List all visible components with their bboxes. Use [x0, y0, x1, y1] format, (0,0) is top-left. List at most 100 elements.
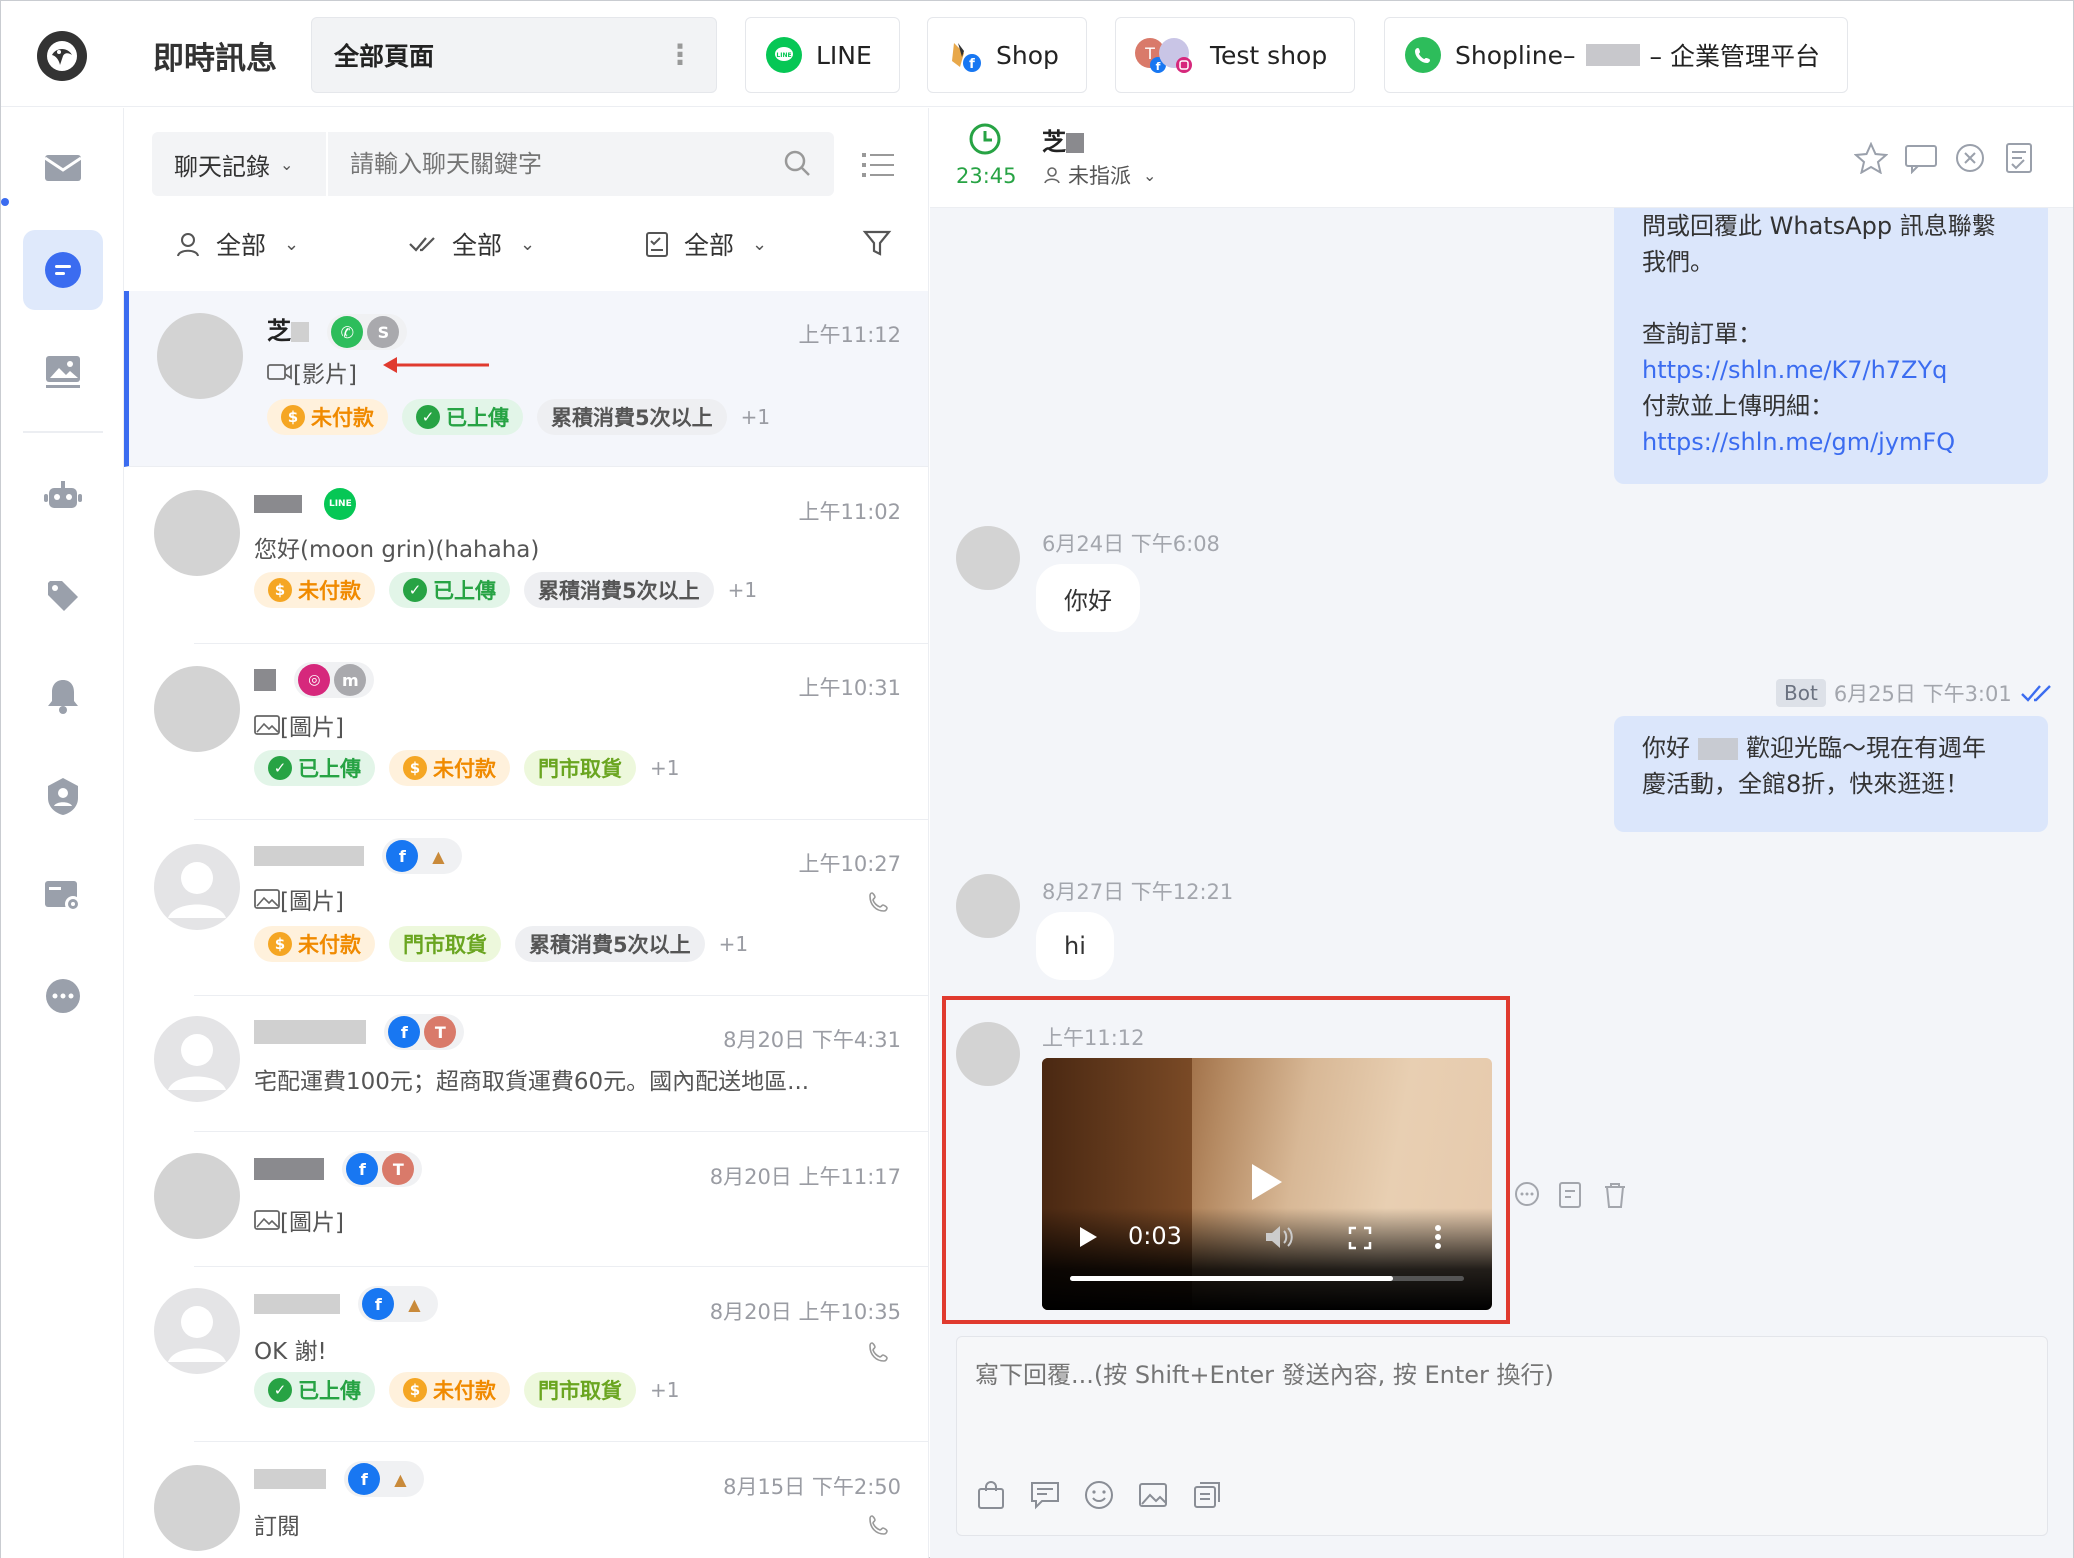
chat-icon[interactable] [23, 230, 103, 310]
fullscreen-icon[interactable] [1348, 1226, 1372, 1254]
tab-test-shop[interactable]: Tf Test shop [1115, 17, 1355, 93]
avatar [154, 490, 240, 576]
bot-icon[interactable] [23, 456, 103, 536]
facebook-icon: f [386, 840, 419, 872]
conversation-item[interactable]: fT 8月20日 上午11:17 [圖片] [154, 1133, 928, 1267]
saved-replies-icon[interactable] [1191, 1479, 1223, 1511]
avatar [956, 526, 1020, 590]
tag-icon[interactable] [23, 556, 103, 636]
emoji-icon[interactable] [1083, 1479, 1115, 1511]
channel-badges: f ▲ [358, 1286, 439, 1322]
contact-name: ◎ m [254, 662, 375, 698]
mail-icon[interactable] [23, 128, 103, 208]
facebook-icon: f [348, 1463, 381, 1495]
tab-label-suffix: – 企業管理平台 [1649, 42, 1820, 71]
tab-shopline-whatsapp[interactable]: Shopline– – 企業管理平台 [1384, 17, 1848, 93]
tag-row: $ 未付款 門市取貨 累積消費5次以上 +1 [254, 926, 748, 962]
order-form-icon[interactable] [2004, 142, 2036, 180]
shopping-bag-icon[interactable] [975, 1479, 1007, 1511]
close-circle-icon[interactable] [1954, 142, 1986, 178]
conversation-time: 8月20日 上午10:35 [709, 1300, 901, 1324]
volume-icon[interactable] [1264, 1224, 1294, 1254]
filter-status[interactable]: 全部 ⌄ [408, 226, 535, 262]
message-preview: [圖片] [254, 1203, 344, 1237]
message-timestamp: 6月25日 下午3:01 [1833, 682, 2012, 706]
more-vertical-icon[interactable]: ⋮ [666, 41, 694, 69]
comment-icon[interactable] [1512, 1180, 1542, 1210]
conversation-time: 上午11:12 [798, 323, 901, 347]
tab-line[interactable]: LINE LINE [745, 17, 900, 93]
bell-icon[interactable] [23, 656, 103, 736]
video-progress-track[interactable] [1070, 1276, 1464, 1281]
conversation-item[interactable]: 芝 ✆ S 上午11:12 [影片] $ 未付款 ✓ 已上傳 累積消費5次以上 +1 [124, 291, 928, 467]
page-title: 即時訊息 [153, 41, 277, 77]
filter-type[interactable]: 全部 ⌄ [644, 226, 767, 262]
app-logo[interactable] [37, 31, 87, 81]
star-icon[interactable] [1853, 141, 1889, 178]
tag-unpaid: $ 未付款 [267, 399, 388, 435]
trash-icon[interactable] [1600, 1180, 1630, 1210]
more-tags-count: +1 [718, 932, 749, 956]
message-timestamp: 上午11:12 [1042, 1026, 1145, 1050]
channel-badges: LINE [320, 486, 364, 522]
message-actions [1512, 1180, 1630, 1210]
payment-link[interactable]: https://shln.me/gm/jymFQ [1642, 424, 2020, 460]
more-horizontal-icon[interactable] [23, 956, 103, 1036]
shopline-s-icon: S [367, 316, 400, 348]
bot-badge: Bot [1776, 679, 1826, 707]
search-input[interactable] [332, 132, 772, 196]
outgoing-message-bubble: 你好 歡迎光臨～現在有週年 慶活動，全館8折，快來逛逛！ [1614, 716, 2048, 832]
message-preview: [圖片] [254, 708, 344, 742]
note-add-icon[interactable] [1556, 1180, 1586, 1210]
filter-assignee[interactable]: 全部 ⌄ [174, 226, 299, 262]
big-play-icon[interactable] [1248, 1162, 1284, 1206]
shop-dog-icon: ▲ [384, 1463, 417, 1495]
broadcast-settings-icon[interactable] [23, 856, 103, 936]
tag-store-pickup: 門市取貨 [389, 926, 501, 962]
note-icon[interactable] [1904, 144, 1938, 178]
tab-shop[interactable]: f Shop [927, 17, 1087, 93]
filter-assignee-label: 全部 [216, 231, 267, 260]
clipboard-icon [646, 232, 668, 257]
play-icon[interactable] [1078, 1226, 1098, 1252]
customer-shield-icon[interactable] [23, 756, 103, 836]
message-preview: 訂閱 [254, 1514, 300, 1540]
conversation-item[interactable]: f ▲ 8月20日 上午10:35 OK 謝! ✓ 已上傳 $ 未付款 門市取貨 +1 [154, 1268, 928, 1442]
filter-type-label: 全部 [684, 231, 735, 260]
bot-message-meta: Bot 6月25日 下午3:01 [1776, 678, 2054, 708]
funnel-filter-icon[interactable] [862, 228, 892, 262]
shop-dog-icon: ▲ [398, 1288, 431, 1320]
contact-name: f ▲ [254, 1286, 439, 1322]
tab-label: Shop [996, 40, 1059, 70]
conversation-item[interactable]: f ▲ 上午10:27 [圖片] $ 未付款 門市取貨 累積消費5次以上 +1 [154, 820, 928, 996]
tag-store-pickup: 門市取貨 [524, 1372, 636, 1408]
more-tags-count: +1 [650, 1378, 680, 1402]
video-player[interactable]: 0:03 [1042, 1058, 1492, 1310]
redacted-text [1585, 44, 1640, 66]
more-tags-count: +1 [740, 405, 771, 429]
tab-all-pages[interactable]: 全部頁面 ⋮ [311, 17, 717, 93]
search-scope-dropdown[interactable]: 聊天記錄 ⌄ [152, 132, 328, 196]
message-text: 慶活動，全館8折，快來逛逛！ [1642, 770, 1970, 798]
message-template-icon[interactable] [1029, 1479, 1061, 1511]
conversation-item[interactable]: LINE 上午11:02 您好(moon grin)(hahaha) $ 未付款 ✓… [154, 468, 928, 644]
conversation-item[interactable]: fT 8月20日 下午4:31 宅配運費100元；超商取貨運費60元。國內配送地… [154, 996, 928, 1132]
tab-label-prefix: Shopline– [1455, 40, 1576, 70]
list-view-icon[interactable] [862, 150, 896, 184]
search-icon[interactable] [782, 148, 812, 182]
image-upload-icon[interactable] [1137, 1479, 1169, 1511]
conversation-item[interactable]: ◎ m 上午10:31 [圖片] ✓ 已上傳 $ 未付款 門市取貨 +1 [154, 644, 928, 820]
composer-toolbar [975, 1479, 1223, 1511]
image-gallery-icon[interactable] [23, 332, 103, 412]
tag-unpaid: $ 未付款 [389, 750, 510, 786]
reply-input[interactable] [957, 1337, 2047, 1467]
tab-label: LINE [816, 40, 872, 70]
facebook-icon: f [388, 1016, 421, 1048]
tag-row: $ 未付款 ✓ 已上傳 累積消費5次以上 +1 [267, 399, 770, 435]
assign-dropdown[interactable]: 未指派 ⌄ [1042, 160, 1156, 190]
tag-spend: 累積消費5次以上 [515, 926, 705, 962]
conversation-item[interactable]: f ▲ 8月15日 下午2:50 訂閱 [154, 1443, 928, 1558]
filter-status-label: 全部 [452, 231, 503, 260]
order-link[interactable]: https://shln.me/K7/h7ZYq [1642, 352, 2020, 388]
more-vertical-icon[interactable] [1434, 1224, 1442, 1254]
